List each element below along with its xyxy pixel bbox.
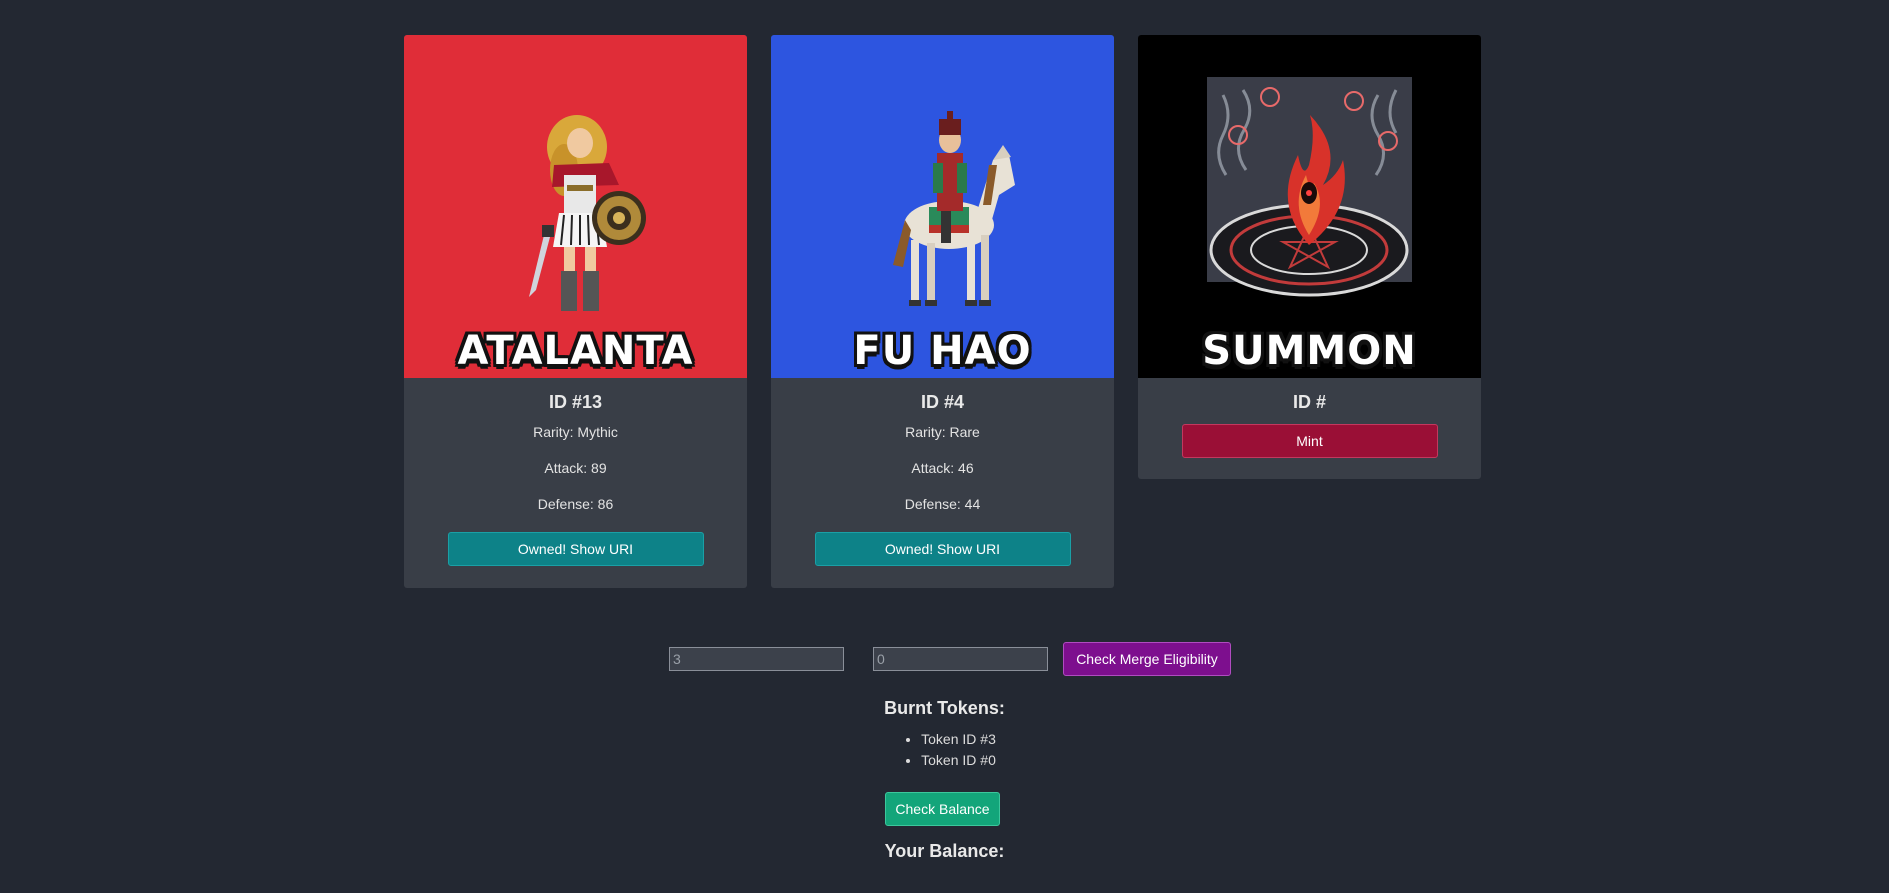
rarity-text: Rarity: Rare [905,424,980,440]
card-info: ID #4 Rarity: Rare Attack: 46 Defense: 4… [771,378,1114,588]
card-art-title: SUMMON [1202,328,1417,374]
defense-text: Defense: 86 [537,496,614,512]
card-art: FU HAO [771,35,1114,378]
card-info: ID #13 Rarity: Mythic Attack: 89 Defense… [404,378,747,588]
card-art: SUMMON [1138,35,1481,378]
token-id: ID # [1292,392,1326,412]
balance-label: Your Balance: [884,841,1005,861]
burnt-tokens-heading: Burnt Tokens: [884,698,1005,718]
nft-card-atalanta: ATALANTA ID #13 Rarity: Mythic Attack: 8… [404,35,747,588]
card-info: ID # Mint [1138,378,1481,479]
burnt-tokens-section: Burnt Tokens: Token ID #3 Token ID #0 [0,698,1889,771]
merge-token-input-2[interactable] [873,647,1048,671]
card-grid: ATALANTA ID #13 Rarity: Mythic Attack: 8… [0,0,1889,600]
summoning-circle-icon [1207,77,1412,297]
token-id: ID #4 [920,392,965,412]
merge-form: Check Merge Eligibility [0,642,1889,678]
mint-button[interactable]: Mint [1181,424,1438,458]
nft-card-summon: SUMMON ID # Mint [1138,35,1481,479]
attack-text: Attack: 46 [911,460,974,476]
nft-card-fu-hao: FU HAO ID #4 Rarity: Rare Attack: 46 Def… [771,35,1114,588]
list-item: Token ID #3 [921,729,996,750]
token-id: ID #13 [548,392,603,412]
horse-rider-icon [893,111,1015,306]
defense-text: Defense: 44 [904,496,981,512]
card-art-title: ATALANTA [457,328,694,374]
rarity-text: Rarity: Mythic [533,424,618,440]
card-art: ATALANTA [404,35,747,378]
show-uri-button[interactable]: Owned! Show URI [447,532,704,566]
merge-token-input-1[interactable] [669,647,844,671]
check-balance-button[interactable]: Check Balance [885,792,1000,826]
attack-text: Attack: 89 [544,460,607,476]
show-uri-button[interactable]: Owned! Show URI [814,532,1071,566]
warrior-figure-icon [529,115,646,311]
burnt-tokens-list: Token ID #3 Token ID #0 [893,729,996,771]
check-merge-eligibility-button[interactable]: Check Merge Eligibility [1063,642,1231,676]
list-item: Token ID #0 [921,750,996,771]
card-art-title: FU HAO [853,328,1032,374]
